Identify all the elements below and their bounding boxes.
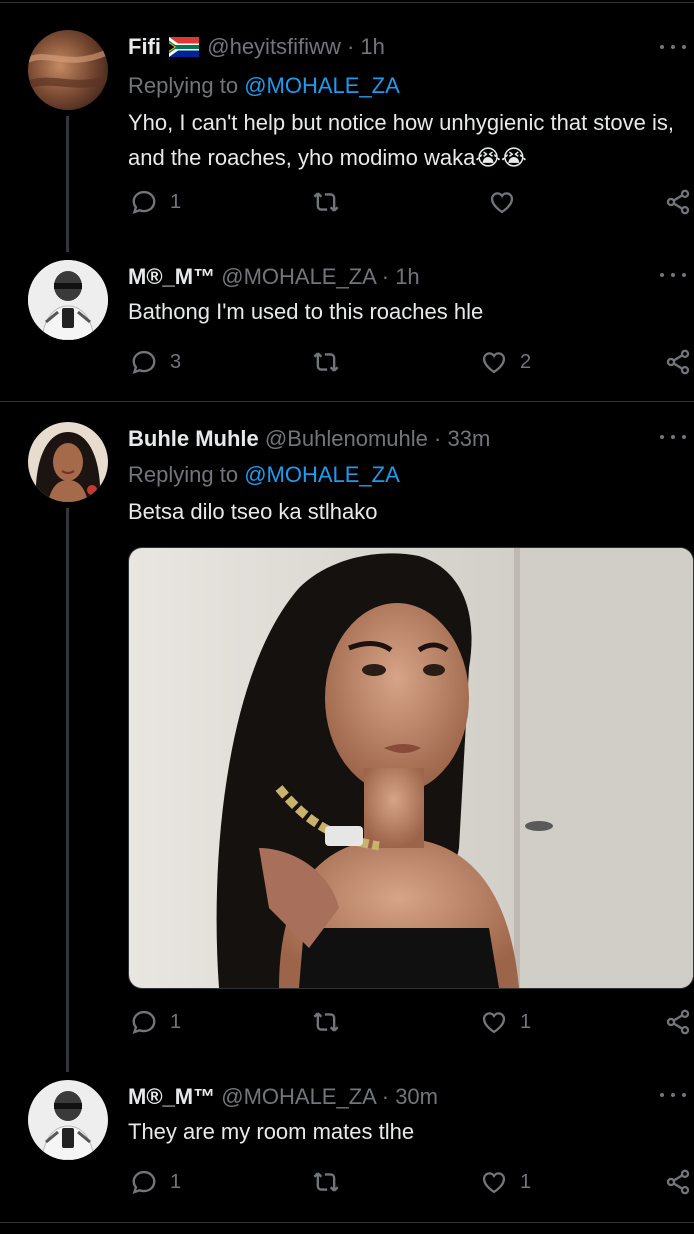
reply-icon [130, 348, 158, 376]
separator: · [340, 34, 361, 59]
share-button[interactable] [664, 1008, 692, 1036]
tweet-text: Yho, I can't help but notice how unhygie… [128, 110, 674, 170]
replying-label: Replying to [128, 462, 245, 487]
like-count: 1 [520, 1170, 532, 1193]
replying-label: Replying to [128, 73, 245, 98]
avatar-mohale[interactable] [28, 1080, 108, 1160]
share-button[interactable] [664, 188, 692, 216]
display-name[interactable]: Fifi [128, 34, 161, 59]
retweet-button[interactable] [312, 348, 352, 376]
tweet-media-image[interactable] [128, 547, 694, 989]
like-button[interactable] [488, 188, 528, 216]
share-icon [664, 188, 692, 216]
share-icon [664, 348, 692, 376]
tweet-text: Bathong I'm used to this roaches hle [128, 299, 484, 324]
tweet-text: They are my room mates tlhe [128, 1119, 415, 1144]
like-icon [480, 1168, 508, 1196]
reply-button[interactable]: 1 [130, 188, 181, 216]
thread-line [66, 508, 69, 1072]
retweet-icon [312, 188, 340, 216]
timestamp[interactable]: 1h [395, 264, 419, 289]
mention-link[interactable]: @MOHALE_ZA [244, 73, 400, 98]
action-bar: 1 1 [128, 1168, 694, 1202]
avatar-mohale[interactable] [28, 260, 108, 340]
thread-line [66, 116, 69, 252]
replying-to: Replying to @MOHALE_ZA [128, 71, 674, 101]
like-icon [480, 348, 508, 376]
reply-button[interactable]: 1 [130, 1168, 181, 1196]
reply-count: 1 [170, 190, 182, 213]
tweet-mohale-1[interactable]: M®_M™ @MOHALE_ZA · 1h Bathong I'm used t… [0, 250, 694, 400]
retweet-button[interactable] [312, 188, 352, 216]
tweet-fifi[interactable]: Fifi @heyitsfifiww · 1h Replying to @MOH… [0, 0, 694, 252]
like-button[interactable]: 2 [480, 348, 531, 376]
handle[interactable]: @heyitsfifiww [207, 34, 341, 59]
handle[interactable]: @MOHALE_ZA [221, 264, 375, 289]
tweet-mohale-2[interactable]: M®_M™ @MOHALE_ZA · 30m They are my room … [0, 1070, 694, 1222]
tweet-buhle[interactable]: Buhle Muhle @Buhlenomuhle · 33m Replying… [0, 402, 694, 1072]
action-bar: 1 1 [128, 1008, 694, 1042]
tweet-divider [0, 1222, 694, 1223]
reply-count: 3 [170, 350, 182, 373]
retweet-icon [312, 1168, 340, 1196]
like-icon [488, 188, 516, 216]
timestamp[interactable]: 30m [395, 1084, 438, 1109]
tweet-text: Betsa dilo tseo ka stlhako [128, 499, 378, 524]
handle[interactable]: @Buhlenomuhle [265, 426, 428, 451]
retweet-icon [312, 348, 340, 376]
reply-icon [130, 1008, 158, 1036]
share-button[interactable] [664, 1168, 692, 1196]
reply-icon [130, 188, 158, 216]
display-name[interactable]: M®_M™ [128, 264, 215, 289]
reply-count: 1 [170, 1170, 182, 1193]
separator: · [375, 1084, 396, 1109]
separator: · [427, 426, 448, 451]
retweet-icon [312, 1008, 340, 1036]
like-button[interactable]: 1 [480, 1168, 531, 1196]
timestamp[interactable]: 1h [360, 34, 384, 59]
like-count: 1 [520, 1010, 532, 1033]
action-bar: 3 2 [128, 348, 694, 382]
retweet-button[interactable] [312, 1008, 352, 1036]
south-africa-flag-icon [169, 35, 200, 65]
reply-button[interactable]: 3 [130, 348, 181, 376]
share-icon [664, 1008, 692, 1036]
avatar-buhle[interactable] [28, 422, 108, 502]
mention-link[interactable]: @MOHALE_ZA [244, 462, 400, 487]
display-name[interactable]: Buhle Muhle [128, 426, 259, 451]
retweet-button[interactable] [312, 1168, 352, 1196]
avatar-fifi[interactable] [28, 30, 108, 110]
reply-icon [130, 1168, 158, 1196]
handle[interactable]: @MOHALE_ZA [221, 1084, 375, 1109]
share-button[interactable] [664, 348, 692, 376]
like-icon [480, 1008, 508, 1036]
share-icon [664, 1168, 692, 1196]
replying-to: Replying to @MOHALE_ZA [128, 460, 674, 490]
action-bar: 1 [128, 188, 694, 222]
like-button[interactable]: 1 [480, 1008, 531, 1036]
timestamp[interactable]: 33m [447, 426, 490, 451]
separator: · [375, 264, 396, 289]
like-count: 2 [520, 350, 532, 373]
display-name[interactable]: M®_M™ [128, 1084, 215, 1109]
reply-count: 1 [170, 1010, 182, 1033]
reply-button[interactable]: 1 [130, 1008, 181, 1036]
